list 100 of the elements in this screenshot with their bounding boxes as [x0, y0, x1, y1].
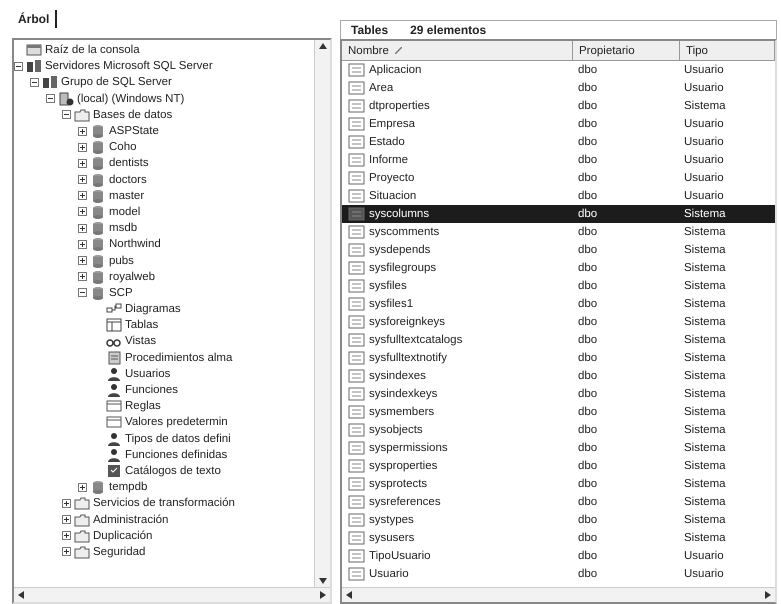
expand-icon[interactable]: [62, 531, 71, 540]
column-header[interactable]: Tipo: [680, 41, 775, 60]
collapse-icon[interactable]: [78, 288, 87, 298]
tree-item[interactable]: Valores predetermin: [125, 416, 228, 428]
table-row[interactable]: Informe dbo Usuario: [342, 151, 775, 169]
table-row[interactable]: Usuario dbo Usuario: [342, 565, 775, 583]
table-icon: [348, 225, 365, 239]
tree-item[interactable]: Funciones definidas: [125, 448, 228, 461]
tree-item[interactable]: dentists: [109, 157, 149, 170]
table-row[interactable]: sysindexes dbo Sistema: [342, 367, 775, 385]
table-row[interactable]: Aplicacion dbo Usuario: [342, 61, 775, 79]
table-name: sysfiles: [369, 280, 407, 292]
tree-item[interactable]: Vistas: [125, 335, 156, 348]
tree-item[interactable]: tempdb: [109, 481, 148, 494]
table-row[interactable]: Empresa dbo Usuario: [342, 115, 775, 133]
expand-icon[interactable]: [62, 515, 71, 524]
tree-item[interactable]: Usuarios: [125, 368, 170, 380]
table-name: sysprotects: [369, 478, 428, 490]
scroll-right-icon[interactable]: [319, 591, 327, 599]
table-icon: [348, 513, 365, 527]
expand-icon[interactable]: [62, 547, 71, 556]
horizontal-scrollbar[interactable]: [14, 587, 330, 602]
scroll-right-icon[interactable]: [764, 591, 772, 599]
tree-item[interactable]: Servidores Microsoft SQL Server: [45, 60, 213, 72]
scroll-down-icon[interactable]: [318, 577, 326, 585]
table-row[interactable]: sysprotects dbo Sistema: [342, 475, 775, 493]
table-row[interactable]: sysfilegroups dbo Sistema: [342, 259, 775, 277]
scroll-up-icon[interactable]: [318, 42, 326, 50]
scroll-left-icon[interactable]: [345, 591, 353, 599]
expand-icon[interactable]: [78, 207, 87, 216]
selected-row[interactable]: syscolumns dbo Sistema: [342, 205, 775, 223]
table-row[interactable]: syscomments dbo Sistema: [342, 223, 775, 241]
table-row[interactable]: sysusers dbo Sistema: [342, 529, 775, 547]
table-row[interactable]: Area dbo Usuario: [342, 79, 775, 97]
table-row[interactable]: Situacion dbo Usuario: [342, 187, 775, 205]
expand-icon[interactable]: [78, 256, 87, 266]
table-row[interactable]: sysindexkeys dbo Sistema: [342, 385, 775, 403]
expand-icon[interactable]: [78, 272, 87, 282]
scroll-left-icon[interactable]: [17, 591, 25, 599]
tree-item[interactable]: master: [109, 190, 144, 202]
table-row[interactable]: sysdepends dbo Sistema: [342, 241, 775, 259]
tree-item[interactable]: pubs: [109, 254, 134, 267]
table-row[interactable]: sysforeignkeys dbo Sistema: [342, 313, 775, 331]
table-row[interactable]: dtproperties dbo Sistema: [342, 97, 775, 115]
tree-item[interactable]: Funciones: [125, 384, 178, 396]
table-row[interactable]: Proyecto dbo Usuario: [342, 169, 775, 187]
tree-item[interactable]: model: [109, 206, 140, 218]
expand-icon[interactable]: [78, 142, 87, 152]
table-row[interactable]: sysfulltextnotify dbo Sistema: [342, 349, 775, 367]
column-header[interactable]: Nombre: [342, 41, 573, 60]
tree-item[interactable]: ASPState: [109, 125, 159, 138]
expand-icon[interactable]: [78, 482, 87, 492]
column-header[interactable]: Propietario: [573, 41, 680, 60]
tree-item[interactable]: Catálogos de texto: [125, 464, 221, 477]
table-row[interactable]: sysfiles dbo Sistema: [342, 277, 775, 295]
expand-icon[interactable]: [78, 191, 87, 200]
table-row[interactable]: sysfulltextcatalogs dbo Sistema: [342, 331, 775, 349]
tree-item[interactable]: Tablas: [125, 319, 158, 332]
tree-item[interactable]: Grupo de SQL Server: [61, 76, 172, 88]
tree-item[interactable]: Reglas: [125, 400, 161, 412]
tree-item[interactable]: msdb: [109, 222, 138, 234]
table-row[interactable]: sysreferences dbo Sistema: [342, 493, 775, 511]
table-row[interactable]: syspermissions dbo Sistema: [342, 439, 775, 457]
expand-icon[interactable]: [78, 158, 87, 168]
tree-item[interactable]: Seguridad: [93, 546, 146, 558]
tree-item[interactable]: Diagramas: [125, 303, 181, 316]
table-icon: [348, 423, 365, 437]
table-row[interactable]: systypes dbo Sistema: [342, 511, 775, 529]
expand-icon[interactable]: [78, 240, 87, 249]
expand-icon[interactable]: [78, 224, 87, 233]
tree-item[interactable]: Raíz de la consola: [45, 44, 140, 56]
expand-icon[interactable]: [62, 498, 71, 508]
tree-item[interactable]: doctors: [109, 174, 147, 186]
tree-item[interactable]: Servicios de transformación: [93, 497, 235, 510]
tree-item[interactable]: Tipos de datos defini: [125, 432, 231, 445]
horizontal-scrollbar[interactable]: [342, 587, 775, 602]
collapse-icon[interactable]: [30, 78, 39, 87]
tree-item[interactable]: Procedimientos alma: [125, 352, 232, 364]
tree-item[interactable]: Duplicación: [93, 530, 152, 542]
table-row[interactable]: sysmembers dbo Sistema: [342, 403, 775, 421]
table-icon: [348, 243, 365, 257]
expand-icon[interactable]: [78, 175, 87, 184]
tree-item[interactable]: Administración: [93, 514, 168, 526]
tree-item[interactable]: royalweb: [109, 270, 156, 283]
expand-icon[interactable]: [78, 126, 87, 136]
table-row[interactable]: sysproperties dbo Sistema: [342, 457, 775, 475]
collapse-icon[interactable]: [62, 110, 71, 120]
table-row[interactable]: Estado dbo Usuario: [342, 133, 775, 151]
table-icon: [348, 531, 365, 545]
table-row[interactable]: TipoUsuario dbo Usuario: [342, 547, 775, 565]
collapse-icon[interactable]: [14, 62, 23, 71]
tree-item[interactable]: Coho: [109, 141, 136, 154]
vertical-scrollbar[interactable]: [314, 40, 330, 587]
table-row[interactable]: sysobjects dbo Sistema: [342, 421, 775, 439]
tree-item[interactable]: Northwind: [109, 238, 161, 250]
table-row[interactable]: sysfiles1 dbo Sistema: [342, 295, 775, 313]
tree-item[interactable]: Bases de datos: [93, 108, 172, 121]
tree-item[interactable]: (local) (Windows NT): [77, 92, 184, 105]
tree-item[interactable]: SCP: [109, 286, 133, 299]
collapse-icon[interactable]: [46, 94, 55, 104]
